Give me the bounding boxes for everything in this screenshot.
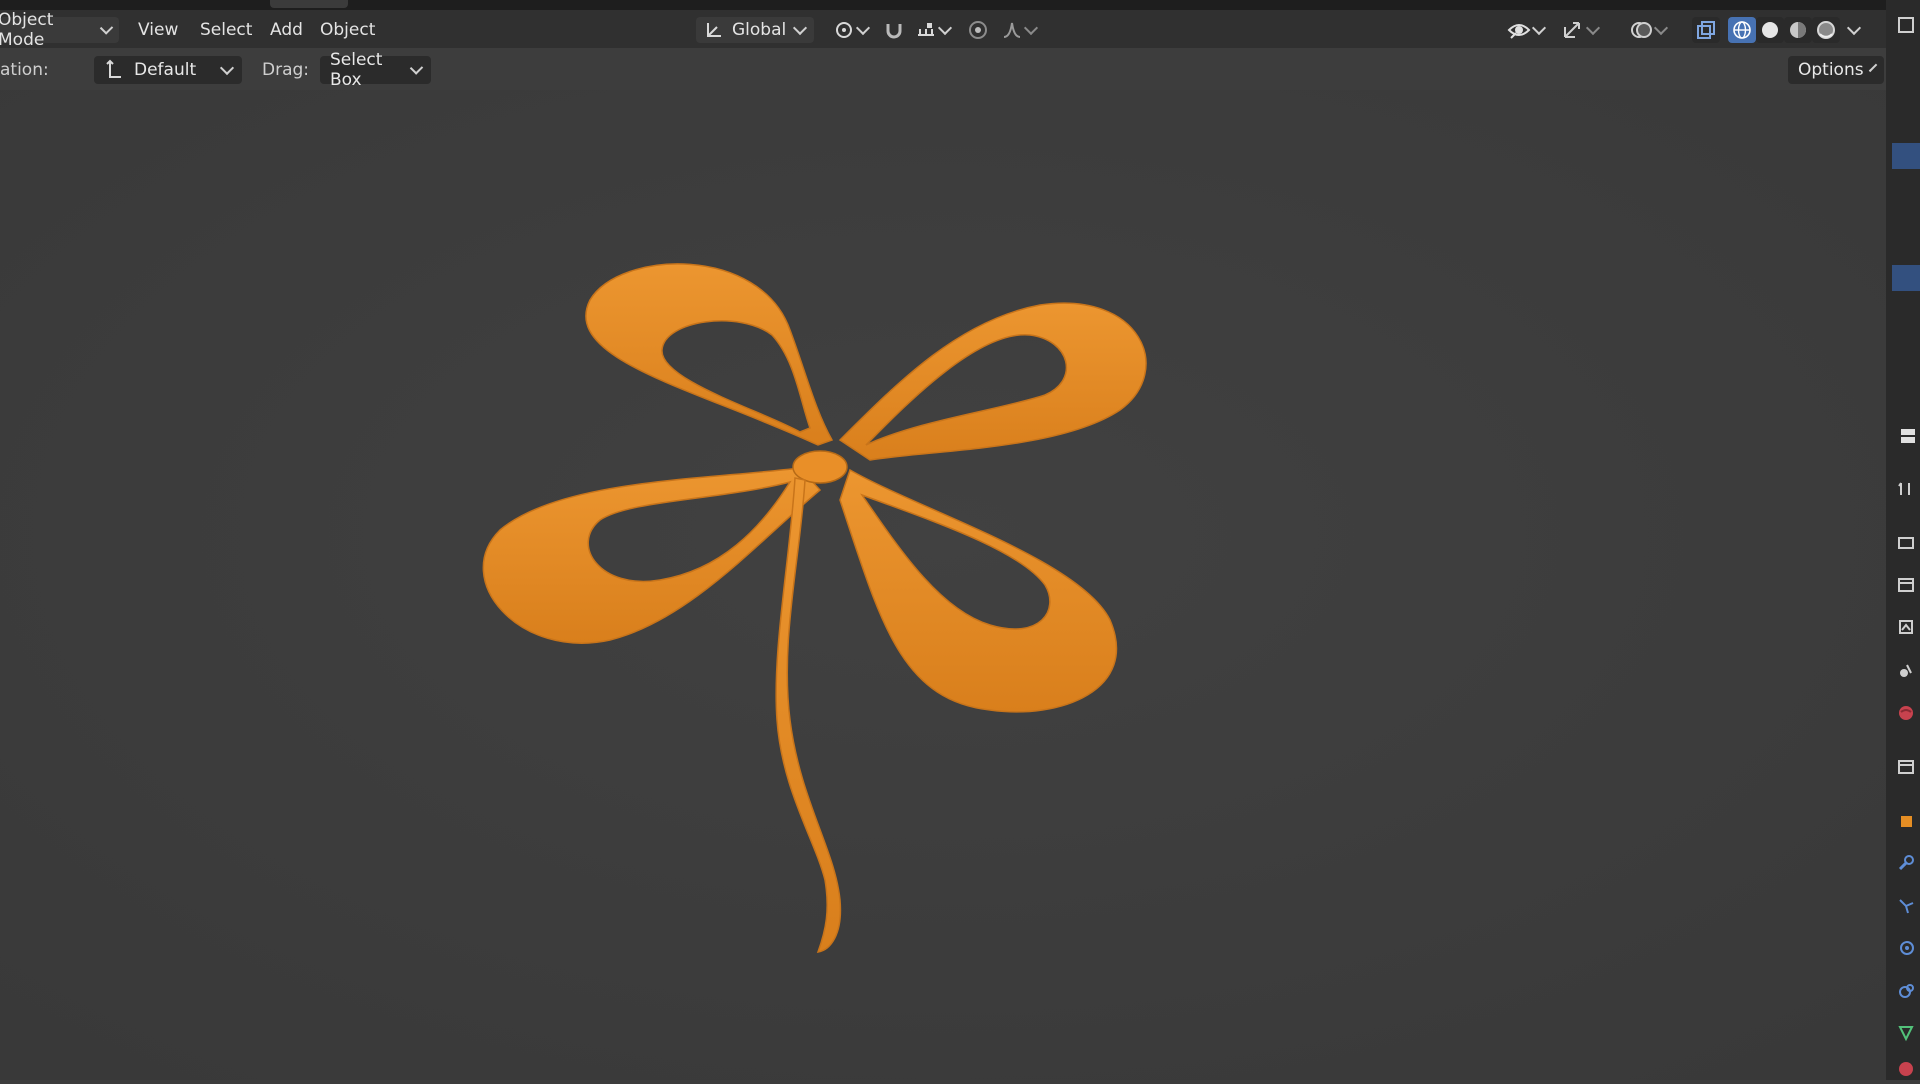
menu-view[interactable]: View <box>130 17 186 43</box>
world-tab-icon[interactable] <box>1895 702 1917 724</box>
chevron-down-icon <box>1868 63 1878 72</box>
clover-center <box>792 450 848 484</box>
xray-icon <box>1696 20 1716 40</box>
snap-toggle[interactable] <box>880 17 908 43</box>
xray-toggle[interactable] <box>1692 17 1720 43</box>
wireframe-shading-icon <box>1732 20 1752 40</box>
drag-dropdown[interactable]: Select Box <box>320 50 431 90</box>
menu-object[interactable]: Object <box>312 17 383 43</box>
editor-type-icon[interactable] <box>1895 14 1917 36</box>
rendered-shading-button[interactable] <box>1812 17 1840 43</box>
eye-icon <box>1507 19 1531 41</box>
snap-increment-icon <box>915 19 937 41</box>
pivot-point-dropdown[interactable] <box>828 17 872 43</box>
gizmo-icon <box>1561 19 1585 41</box>
chevron-down-icon <box>99 20 114 35</box>
tool-settings-bar: ation: Default Drag: Select Box Options <box>0 50 1886 90</box>
chevron-down-icon <box>1653 20 1668 35</box>
orientation-axes-icon <box>104 59 124 81</box>
pivot-point-icon <box>833 19 855 41</box>
tool-tab-icon[interactable] <box>1895 477 1917 499</box>
snap-target-dropdown[interactable] <box>910 17 954 43</box>
viewport-header: Object Mode View Select Add Object Globa… <box>0 10 1886 50</box>
mode-label: Object Mode <box>0 10 54 50</box>
drag-value: Select Box <box>330 50 383 90</box>
chevron-down-icon <box>409 60 424 75</box>
chevron-down-icon <box>1023 20 1038 35</box>
chevron-down-icon <box>1531 20 1546 35</box>
options-dropdown[interactable]: Options <box>1788 56 1884 84</box>
falloff-curve-icon <box>1001 19 1023 41</box>
chevron-down-icon <box>1585 20 1600 35</box>
chevron-down-icon <box>937 20 952 35</box>
visibility-dropdown[interactable] <box>1502 17 1548 43</box>
workspace-tabs-strip <box>0 0 1886 10</box>
properties-tab-strip <box>1886 0 1920 1080</box>
solid-shading-button[interactable] <box>1756 17 1784 43</box>
chevron-down-icon <box>1846 20 1862 35</box>
snap-magnet-icon <box>883 19 905 41</box>
collection-tab-icon[interactable] <box>1895 756 1917 778</box>
orientation-axes-icon <box>704 20 724 40</box>
outliner-selected-row <box>1892 143 1920 169</box>
properties-header-icon[interactable] <box>1895 425 1917 447</box>
overlay-dropdown[interactable] <box>1624 17 1670 43</box>
options-label: Options <box>1798 60 1864 80</box>
drag-label: Drag: <box>262 60 310 80</box>
solid-shading-icon <box>1760 20 1780 40</box>
material-tab-icon[interactable] <box>1895 1058 1917 1080</box>
overlay-icon <box>1629 18 1653 42</box>
modifier-wrench-icon[interactable] <box>1895 852 1917 874</box>
menu-select[interactable]: Select <box>192 17 260 43</box>
chevron-down-icon <box>219 60 235 75</box>
proportional-edit-toggle[interactable] <box>964 17 992 43</box>
falloff-dropdown[interactable] <box>996 17 1040 43</box>
menu-add[interactable]: Add <box>262 17 311 43</box>
render-tab-icon[interactable] <box>1895 531 1917 553</box>
transform-orientation-label: Global <box>732 20 787 40</box>
chevron-down-icon <box>855 20 870 35</box>
physics-tab-icon[interactable] <box>1895 937 1917 959</box>
orientation-label: ation: <box>0 60 49 80</box>
viewport-canvas <box>0 90 1886 1080</box>
wireframe-shading-button[interactable] <box>1728 17 1756 43</box>
workspace-tab-active[interactable] <box>270 0 348 8</box>
particles-tab-icon[interactable] <box>1895 895 1917 917</box>
mode-dropdown[interactable]: Object Mode <box>0 10 119 50</box>
orientation-dropdown[interactable]: Default <box>94 56 242 84</box>
proportional-edit-icon <box>967 19 989 41</box>
chevron-down-icon <box>793 20 808 35</box>
constraints-tab-icon[interactable] <box>1895 980 1917 1002</box>
scene-tab-icon[interactable] <box>1895 659 1917 681</box>
transform-orientation-dropdown[interactable]: Global <box>696 17 814 43</box>
output-tab-icon[interactable] <box>1895 574 1917 596</box>
outliner-selected-row <box>1892 265 1920 291</box>
orientation-value: Default <box>134 60 197 80</box>
shading-options-dropdown[interactable] <box>1842 17 1866 43</box>
material-shading-button[interactable] <box>1784 17 1812 43</box>
object-tab-icon[interactable] <box>1895 810 1917 832</box>
rendered-shading-icon <box>1816 20 1836 40</box>
3d-viewport[interactable] <box>0 90 1886 1080</box>
data-tab-icon[interactable] <box>1895 1022 1917 1044</box>
view-layer-tab-icon[interactable] <box>1895 616 1917 638</box>
material-shading-icon <box>1788 20 1808 40</box>
gizmo-dropdown[interactable] <box>1556 17 1602 43</box>
